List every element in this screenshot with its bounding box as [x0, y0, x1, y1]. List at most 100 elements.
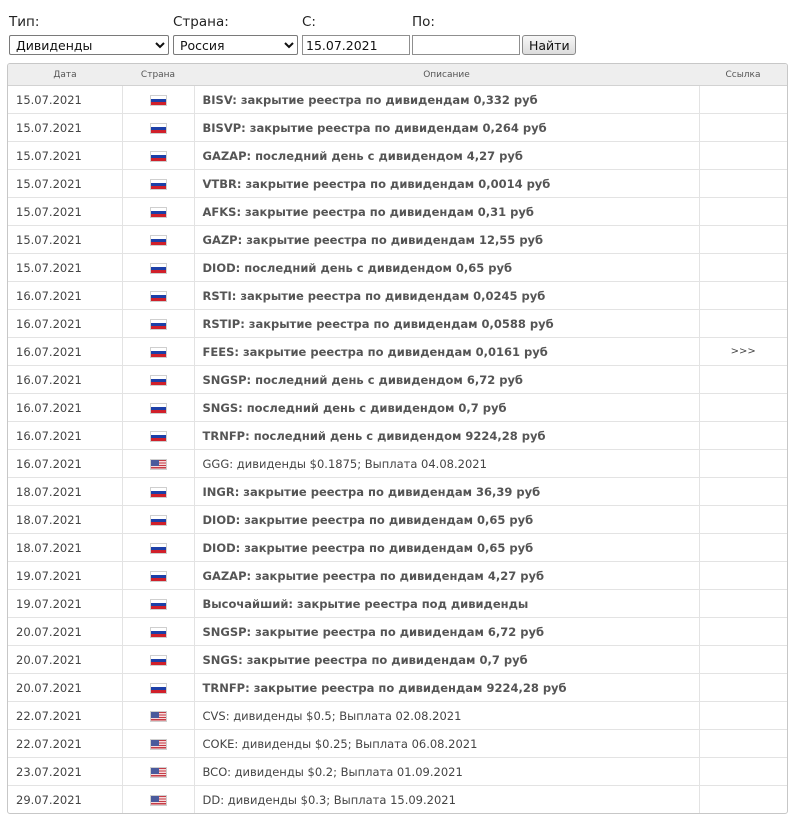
row-date: 23.07.2021 — [8, 757, 122, 786]
row-date: 16.07.2021 — [8, 337, 122, 366]
row-country — [121, 673, 195, 702]
row-country — [121, 533, 195, 562]
row-description: GGG: дивиденды $0.1875; Выплата 04.08.20… — [194, 449, 699, 478]
table-row: 15.07.2021 DIOD: последний день с дивиден… — [8, 253, 787, 282]
table-row: 20.07.2021 SNGSP: закрытие реестра по див… — [8, 617, 787, 646]
row-link-cell — [698, 617, 787, 646]
row-link-cell — [698, 645, 787, 674]
table-row: 16.07.2021 RSTIP: закрытие реестра по див… — [8, 309, 787, 338]
row-link-cell — [698, 421, 787, 450]
table-row: 19.07.2021 GAZAP: закрытие реестра по див… — [8, 561, 787, 590]
table-row: 16.07.2021 SNGSP: последний день с дивиде… — [8, 365, 787, 394]
row-country — [121, 113, 195, 142]
country-select[interactable]: Россия — [173, 35, 298, 55]
us-flag-icon — [149, 710, 167, 722]
row-link-cell — [698, 449, 787, 478]
row-date: 20.07.2021 — [8, 645, 122, 674]
us-flag-icon — [149, 766, 167, 778]
row-link-cell — [698, 85, 787, 114]
us-flag-icon — [149, 738, 167, 750]
row-description: BISV: закрытие реестра по дивидендам 0,3… — [202, 92, 538, 107]
header-link[interactable]: Ссылка — [699, 64, 787, 86]
row-country — [121, 197, 195, 226]
row-date: 15.07.2021 — [8, 197, 122, 226]
ru-flag-icon — [149, 290, 167, 302]
row-country — [121, 757, 195, 786]
header-description[interactable]: Описание — [194, 64, 699, 86]
ru-flag-icon — [149, 206, 167, 218]
row-link-cell — [698, 477, 787, 506]
to-date-label: По: — [412, 14, 435, 30]
row-description: RSTIP: закрытие реестра по дивидендам 0,… — [194, 309, 699, 338]
row-link-cell — [698, 365, 787, 394]
row-link-cell — [698, 197, 787, 226]
row-description: INGR: закрытие реестра по дивидендам 36,… — [194, 477, 699, 506]
row-date: 18.07.2021 — [8, 533, 122, 562]
row-country — [121, 617, 195, 646]
from-date-label: С: — [302, 14, 316, 30]
ru-flag-icon — [149, 262, 167, 274]
row-description: COKE: дивиденды $0.25; Выплата 06.08.202… — [194, 729, 699, 758]
ru-flag-icon — [149, 122, 167, 134]
table-row: 16.07.2021 SNGS: последний день с дивиден… — [8, 393, 787, 422]
ru-flag-icon — [149, 94, 167, 106]
row-date: 16.07.2021 — [8, 449, 122, 478]
to-date-input[interactable] — [412, 35, 520, 55]
table-row: 22.07.2021 COKE: дивиденды $0.25; Выплата… — [8, 729, 787, 758]
header-date[interactable]: Дата — [8, 64, 122, 86]
row-link-cell — [698, 113, 787, 142]
row-date: 16.07.2021 — [8, 421, 122, 450]
row-link-cell — [698, 701, 787, 730]
row-country — [121, 421, 195, 450]
table-row: 29.07.2021 DD: дивиденды $0.3; Выплата 15… — [8, 785, 787, 813]
row-country — [121, 785, 195, 813]
ru-flag-icon — [149, 178, 167, 190]
row-country — [121, 169, 195, 198]
table-row: 15.07.2021 GAZAP: последний день с дивиде… — [8, 141, 787, 170]
table-row: 15.07.2021 GAZP: закрытие реестра по диви… — [8, 225, 787, 254]
row-description: CVS: дивиденды $0.5; Выплата 02.08.2021 — [194, 701, 699, 730]
table-row: 18.07.2021 DIOD: закрытие реестра по диви… — [8, 505, 787, 534]
row-country — [121, 309, 195, 338]
row-country — [121, 281, 195, 310]
table-row: 23.07.2021 BCO: дивиденды $0.2; Выплата 0… — [8, 757, 787, 786]
type-select[interactable]: Дивиденды — [9, 35, 169, 55]
row-link-cell — [698, 757, 787, 786]
row-description: SNGSP: последний день с дивидендом 6,72 … — [194, 365, 699, 394]
row-country — [121, 225, 195, 254]
row-link-cell — [698, 505, 787, 534]
row-country — [121, 505, 195, 534]
row-description: FEES: закрытие реестра по дивидендам 0,0… — [194, 337, 699, 366]
row-link[interactable]: >>> — [698, 337, 787, 366]
row-description: Высочайший: закрытие реестра под дивиден… — [194, 589, 699, 618]
row-date: 29.07.2021 — [8, 785, 122, 813]
row-date: 22.07.2021 — [8, 701, 122, 730]
ru-flag-icon — [149, 654, 167, 666]
table-header-row: Дата Страна Описание Ссылка — [8, 64, 787, 86]
row-date: 19.07.2021 — [8, 561, 122, 590]
row-date: 20.07.2021 — [8, 673, 122, 702]
table-row: 15.07.2021 BISVP: закрытие реестра по див… — [8, 113, 787, 142]
row-country — [121, 729, 195, 758]
row-date: 15.07.2021 — [8, 113, 122, 142]
row-date: 20.07.2021 — [8, 617, 122, 646]
table-row: 22.07.2021 CVS: дивиденды $0.5; Выплата 0… — [8, 701, 787, 730]
row-link-cell — [698, 253, 787, 282]
row-link-cell — [698, 281, 787, 310]
from-date-input[interactable] — [302, 35, 410, 55]
us-flag-icon — [149, 794, 167, 806]
row-description: TRNFP: последний день с дивидендом 9224,… — [194, 421, 699, 450]
header-country[interactable]: Страна — [122, 64, 194, 86]
ru-flag-icon — [149, 150, 167, 162]
row-description: GAZP: закрытие реестра по дивидендам 12,… — [194, 225, 699, 254]
ru-flag-icon — [149, 346, 167, 358]
row-country — [121, 701, 195, 730]
row-date: 18.07.2021 — [8, 477, 122, 506]
row-description: TRNFP: закрытие реестра по дивидендам 92… — [194, 673, 699, 702]
ru-flag-icon — [149, 402, 167, 414]
ru-flag-icon — [149, 430, 167, 442]
row-date: 16.07.2021 — [8, 281, 122, 310]
row-country — [121, 253, 195, 282]
row-country — [121, 589, 195, 618]
search-button[interactable]: Найти — [522, 35, 576, 55]
